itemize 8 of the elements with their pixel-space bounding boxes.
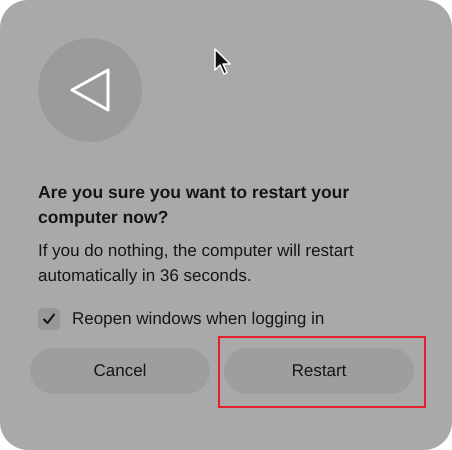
check-icon <box>41 311 57 327</box>
checkbox-label: Reopen windows when logging in <box>72 309 324 329</box>
dialog-button[interactable]: Restart <box>224 348 414 394</box>
dialog-title: Are you sure you want to restart your computer now? <box>38 181 350 229</box>
pointer-icon <box>214 48 232 76</box>
dialog-button[interactable]: Cancel <box>30 348 210 394</box>
checkbox[interactable] <box>38 308 60 330</box>
dialog-message: If you do nothing, the computer will restart automatically in 36 seconds. <box>38 240 355 287</box>
